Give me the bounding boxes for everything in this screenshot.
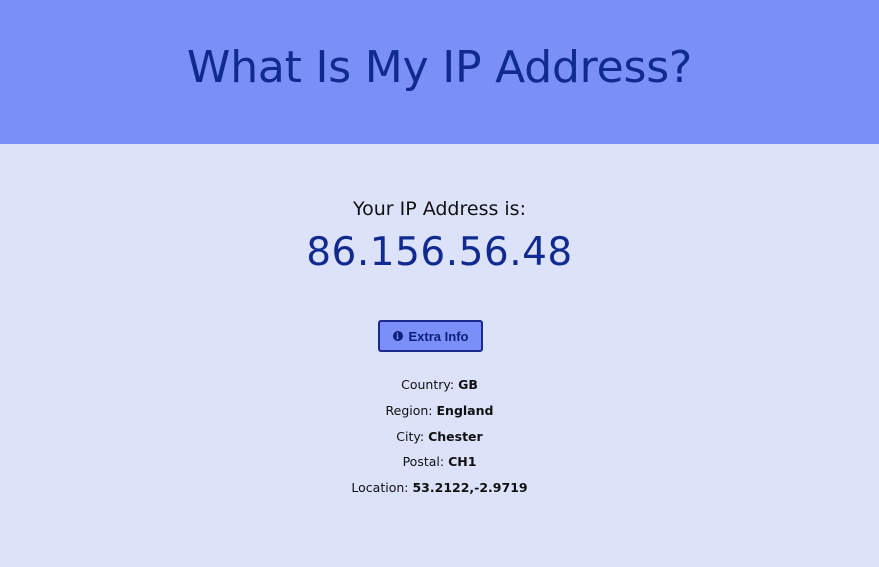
detail-label: City: [396, 428, 425, 444]
detail-location: Location: 53.2122,-2.9719 [0, 478, 879, 504]
ip-details-list: Country: GB Region: England City: Cheste… [0, 375, 879, 504]
ip-address-label: Your IP Address is: [353, 198, 526, 220]
detail-value: GB [458, 377, 478, 392]
detail-postal: Postal: CH1 [0, 452, 879, 478]
info-circle-icon: i [392, 331, 403, 341]
extra-info-button-label: Extra Info [408, 328, 469, 344]
page-header: What Is My IP Address? [0, 0, 879, 144]
detail-country: Country: GB [0, 375, 879, 401]
page-title: What Is My IP Address? [186, 42, 693, 93]
detail-label: Country: [401, 377, 455, 392]
detail-value: England [436, 402, 494, 418]
ip-address-value: 86.156.56.48 [306, 230, 573, 275]
extra-info-button[interactable]: i Extra Info [378, 320, 483, 352]
detail-value: CH1 [448, 454, 477, 470]
detail-value: Chester [428, 428, 483, 444]
detail-label: Region: [385, 402, 433, 418]
detail-value: 53.2122,-2.9719 [412, 480, 528, 496]
detail-city: City: Chester [0, 427, 879, 453]
detail-label: Location: [351, 480, 409, 496]
detail-label: Postal: [402, 454, 445, 470]
detail-region: Region: England [0, 401, 879, 427]
